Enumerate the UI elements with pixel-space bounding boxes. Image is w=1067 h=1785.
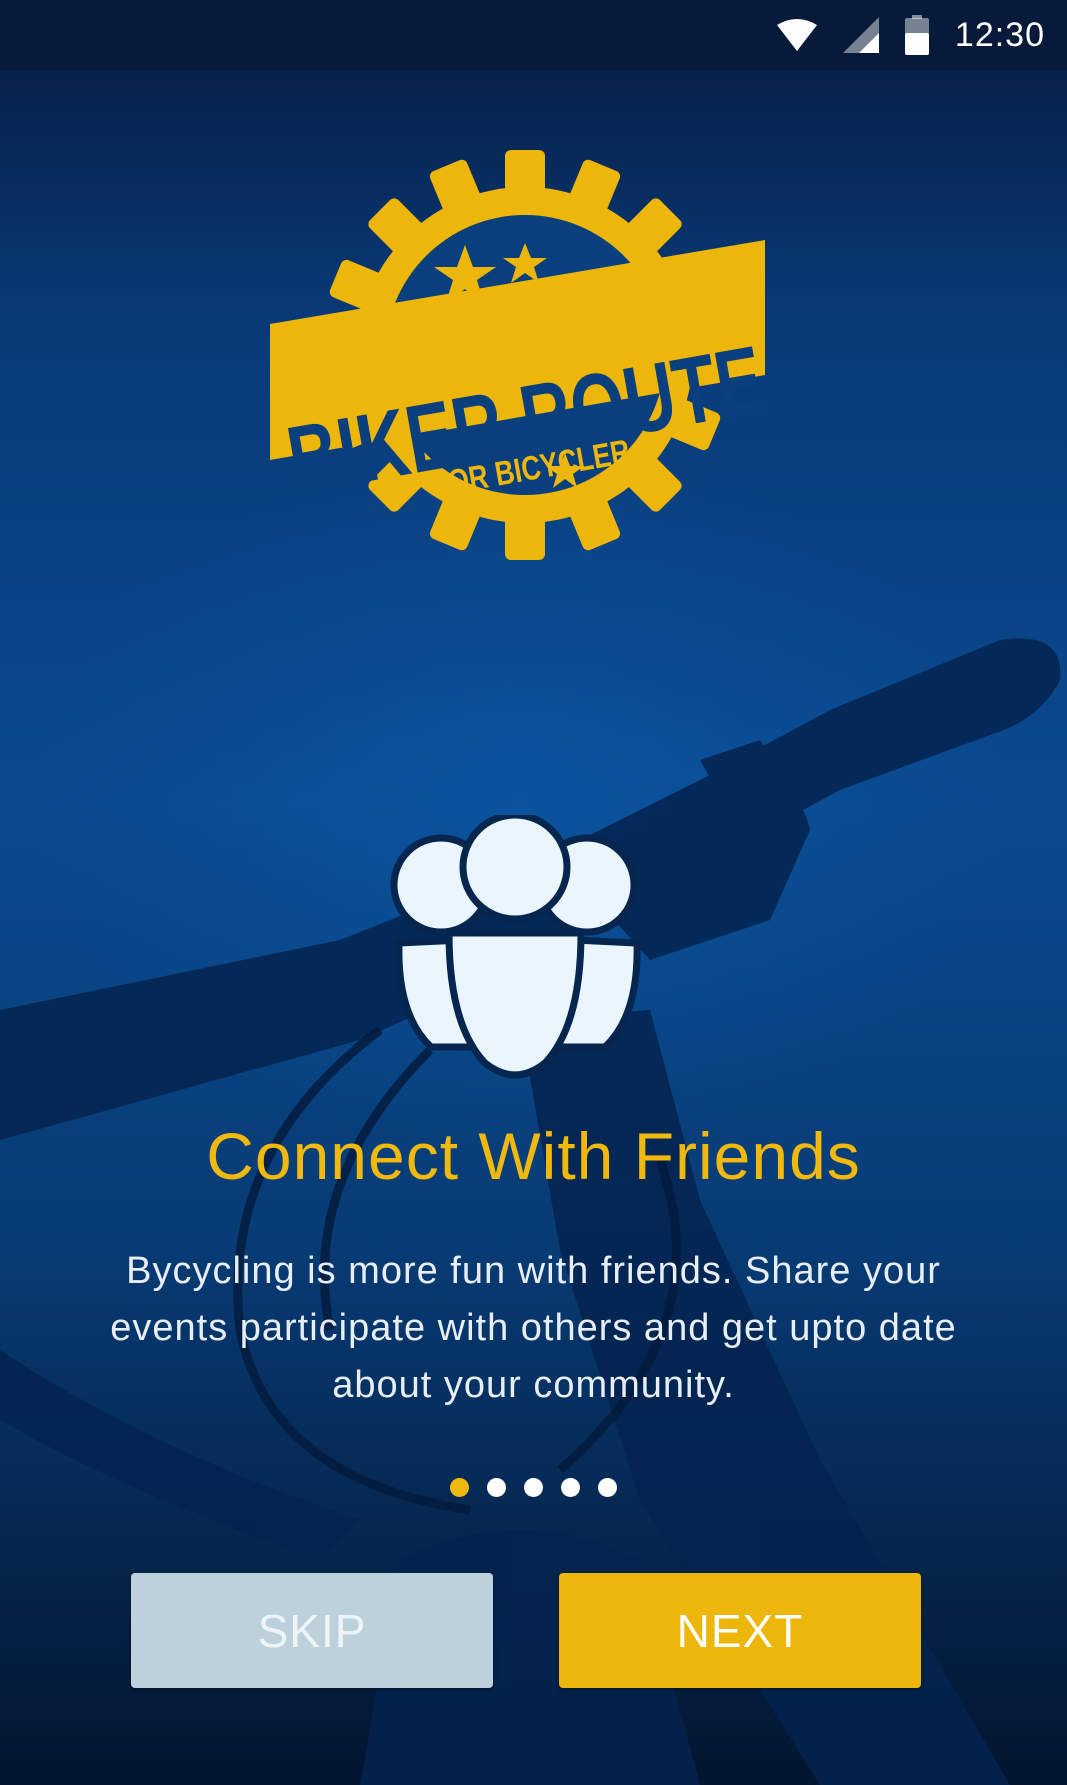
page-indicator <box>0 1478 1067 1497</box>
onboarding-title: Connect With Friends <box>206 1119 861 1193</box>
page-dot-1[interactable] <box>450 1478 469 1497</box>
wifi-icon <box>776 19 817 51</box>
friends-icon <box>390 815 641 1079</box>
page-dot-2[interactable] <box>487 1478 506 1497</box>
battery-icon <box>904 15 929 55</box>
page-dot-3[interactable] <box>524 1478 543 1497</box>
cell-signal-icon <box>842 17 879 53</box>
status-bar: 12:30 <box>0 0 1067 70</box>
page-dot-5[interactable] <box>598 1478 617 1497</box>
onboarding-description: Bycycling is more fun with friends. Shar… <box>110 1250 957 1406</box>
status-time: 12:30 <box>954 15 1045 54</box>
biker-route-logo: BIKER ROUTE FOR BICYCLER <box>270 150 771 560</box>
next-button[interactable]: NEXT <box>559 1573 921 1688</box>
skip-button[interactable]: SKIP <box>131 1573 493 1688</box>
page-dot-4[interactable] <box>561 1478 580 1497</box>
